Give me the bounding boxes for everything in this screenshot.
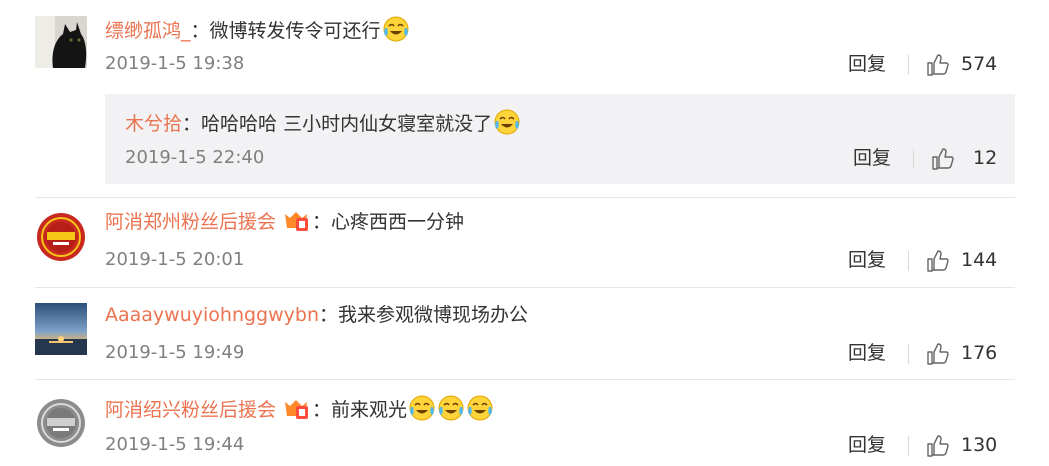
comment-actions: 回复 144 [815, 247, 1015, 273]
fan-level-badge-icon [285, 212, 309, 231]
colon: ： [312, 211, 332, 233]
action-separator [908, 344, 909, 364]
fans-club-red-seal-icon [35, 211, 87, 263]
divider [35, 379, 1015, 380]
black-cat-avatar-icon [35, 16, 87, 68]
username-link[interactable]: 缥缈孤鸿_ [105, 20, 191, 42]
thumbs-up-icon[interactable] [926, 434, 950, 458]
like-count: 144 [961, 249, 998, 271]
comment-actions: 回复 574 [815, 51, 1015, 77]
fans-club-grey-seal-icon [35, 397, 87, 449]
laughing-tears-emoji-icon [409, 395, 435, 421]
avatar[interactable] [35, 211, 87, 263]
colon: ： [312, 399, 332, 421]
reply-button[interactable]: 回复 [848, 51, 886, 77]
laughing-tears-emoji-icon [438, 395, 464, 421]
comment-actions: 回复 176 [815, 340, 1015, 366]
action-separator [908, 436, 909, 456]
comment-text: 心疼西西一分钟 [331, 211, 465, 233]
comment-time: 2019-1-5 20:01 [105, 249, 245, 270]
avatar[interactable] [35, 16, 87, 68]
username-link[interactable]: 阿消绍兴粉丝后援会 [105, 399, 276, 421]
comment-time: 2019-1-5 22:40 [125, 147, 265, 168]
thumbs-up-icon[interactable] [926, 53, 950, 77]
action-separator [908, 251, 909, 271]
crying-laughing-emoji-icon [383, 16, 409, 42]
action-separator [908, 55, 909, 75]
fan-level-badge-icon [285, 400, 309, 419]
comment-list: 缥缈孤鸿_：微博转发传令可还行 2019-1-5 19:38 回复 574 木兮… [0, 0, 1049, 466]
colon: ： [190, 20, 210, 42]
reply-thread: 木兮拾：哈哈哈哈 三小时内仙女寝室就没了 2019-1-5 22:40 回复 1… [105, 94, 1015, 184]
comment-text: 微博转发传令可还行 [209, 20, 381, 42]
username-link[interactable]: Aaaaywuyiohnggwybn [105, 304, 319, 326]
comment-text: 前来观光 [331, 399, 408, 421]
comment-time: 2019-1-5 19:38 [105, 53, 245, 74]
laughing-tears-emoji-icon [494, 109, 520, 135]
thumbs-up-icon[interactable] [931, 147, 955, 171]
like-count: 130 [961, 434, 998, 456]
thumbs-up-icon[interactable] [926, 342, 950, 366]
divider [35, 197, 1015, 198]
comment-actions: 回复 12 [815, 145, 1015, 171]
reply-button[interactable]: 回复 [848, 340, 886, 366]
thumbs-up-icon[interactable] [926, 249, 950, 273]
like-count: 12 [973, 147, 998, 169]
reply-button[interactable]: 回复 [848, 432, 886, 458]
username-link[interactable]: 木兮拾 [125, 113, 182, 135]
comment-text: 哈哈哈哈 三小时内仙女寝室就没了 [201, 113, 493, 135]
sunset-landscape-icon [35, 303, 87, 355]
avatar[interactable] [35, 397, 87, 449]
username-link[interactable]: 阿消郑州粉丝后援会 [105, 211, 276, 233]
like-count: 574 [961, 53, 998, 75]
avatar[interactable] [35, 303, 87, 355]
laughing-tears-emoji-icon [467, 395, 493, 421]
reply-button[interactable]: 回复 [848, 247, 886, 273]
action-separator [913, 149, 914, 169]
comment-time: 2019-1-5 19:44 [105, 434, 245, 455]
comment-time: 2019-1-5 19:49 [105, 342, 245, 363]
colon: ： [319, 304, 339, 326]
like-count: 176 [961, 342, 998, 364]
comment-text: 我来参观微博现场办公 [338, 304, 529, 326]
comment-actions: 回复 130 [815, 432, 1015, 458]
reply-button[interactable]: 回复 [853, 145, 891, 171]
colon: ： [182, 113, 202, 135]
divider [35, 287, 1015, 288]
